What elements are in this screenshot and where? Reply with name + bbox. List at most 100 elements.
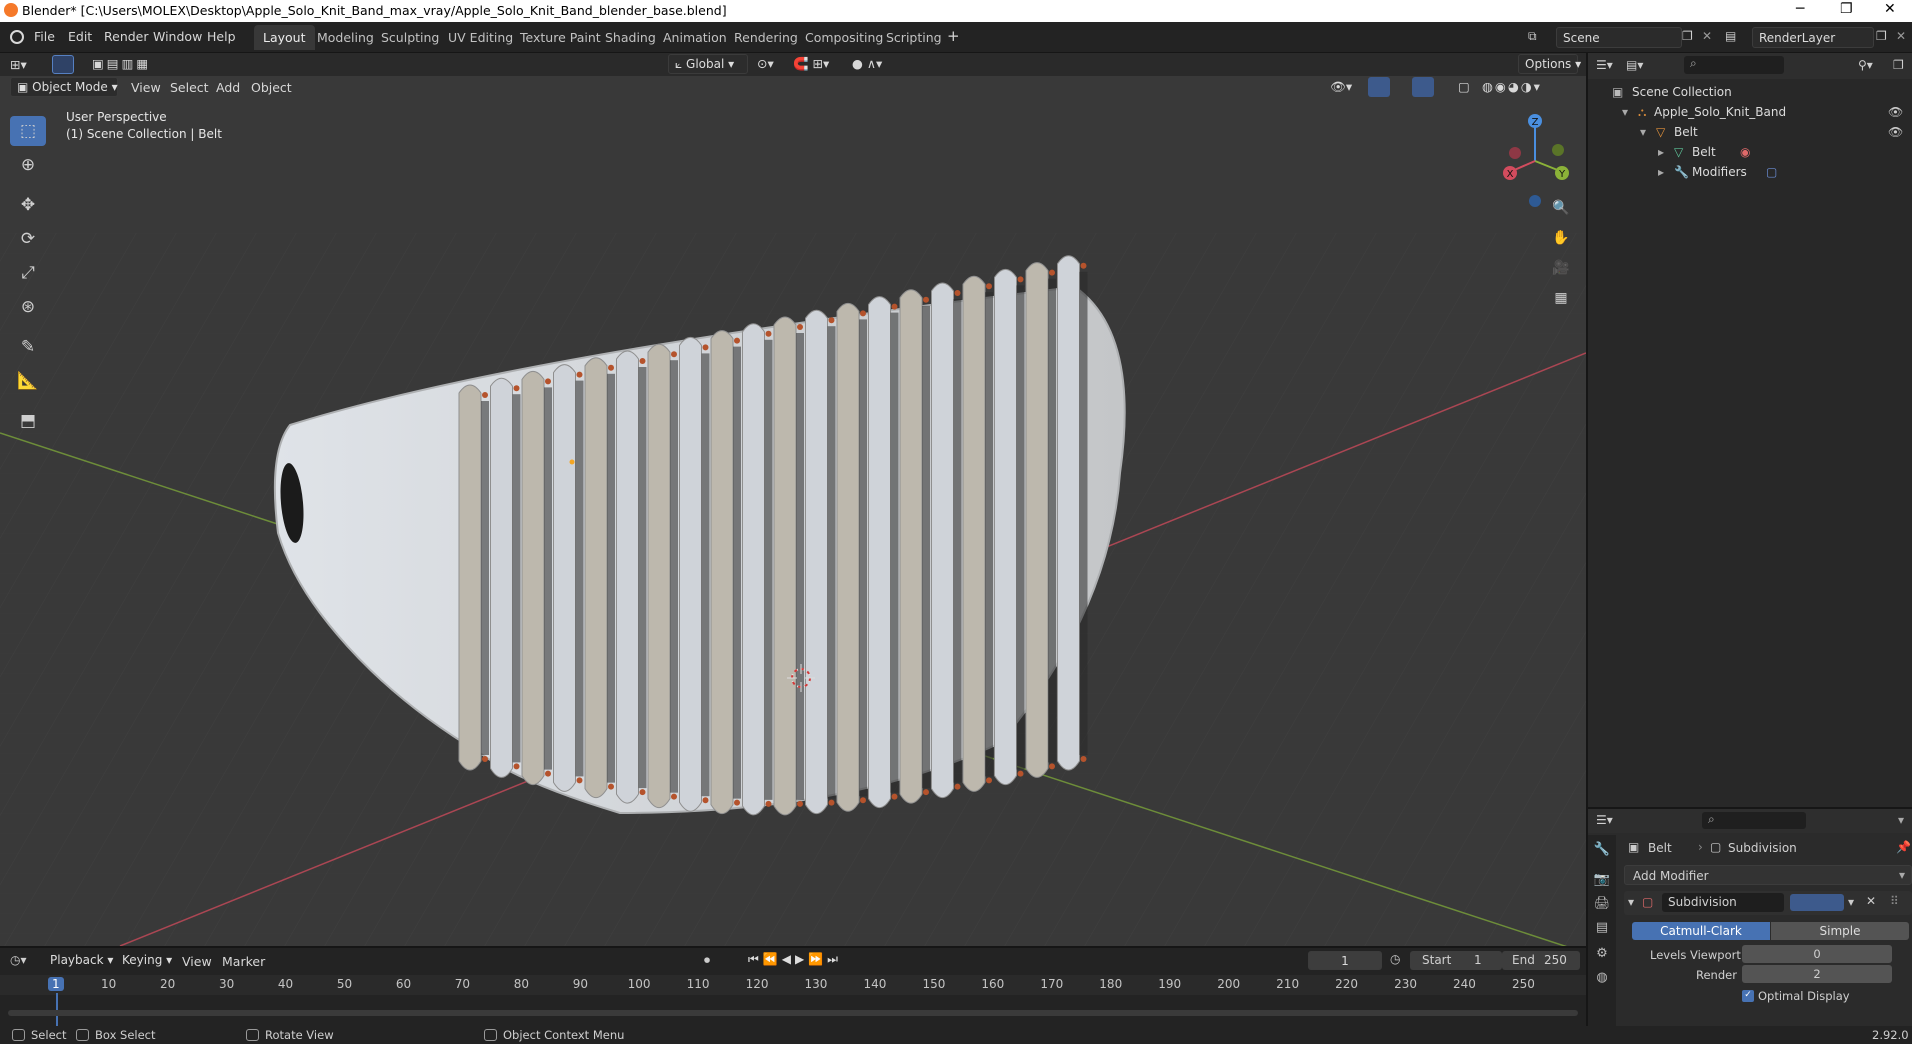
menu-select[interactable]: Select (170, 80, 209, 95)
visibility-eye-icon[interactable]: 👁 (1888, 105, 1903, 119)
pan-hand-icon[interactable]: ✋ (1548, 225, 1574, 251)
playback-menu[interactable]: Playback ▾ (44, 951, 119, 971)
expand-arrow-icon[interactable]: ▸ (1658, 165, 1664, 179)
catmull-clark-button[interactable]: Catmull-Clark (1632, 922, 1770, 940)
scale-tool-icon[interactable]: ⤢ (10, 258, 46, 288)
menu-add[interactable]: Add (216, 80, 240, 95)
editor-type-icon[interactable]: ⊞▾ (10, 57, 27, 72)
render-tab-icon[interactable]: 📷 (1592, 869, 1612, 889)
world-tab-icon[interactable]: ◍ (1592, 967, 1612, 987)
snap-icon[interactable]: 🧲 ⊞▾ (793, 56, 829, 72)
blender-menu-icon[interactable] (10, 30, 24, 44)
tree-row-collection[interactable]: ▾ ⛬ Apple_Solo_Knit_Band 👁 (1588, 102, 1912, 122)
start-frame-field[interactable]: Start 1 (1410, 951, 1502, 970)
close-button[interactable]: ✕ (1884, 1, 1896, 17)
measure-tool-icon[interactable]: 📐 (10, 366, 46, 396)
menu-edit[interactable]: Edit (68, 29, 92, 44)
camera-view-icon[interactable]: 🎥 (1548, 255, 1574, 281)
optimal-display-checkbox[interactable]: ✓ (1742, 990, 1754, 1002)
maximize-button[interactable]: ❐ (1840, 1, 1853, 17)
end-frame-field[interactable]: End 250 (1502, 951, 1580, 970)
modifier-visibility-toggles[interactable] (1790, 894, 1844, 911)
outliner-search-input[interactable]: ⌕ (1684, 56, 1784, 74)
scene-name-field[interactable]: Scene (1556, 27, 1682, 48)
move-tool-icon[interactable]: ✥ (10, 190, 46, 220)
tab-texture-paint[interactable]: Texture Paint (511, 25, 610, 50)
properties-options-icon[interactable]: ▾ (1898, 813, 1904, 827)
annotate-tool-icon[interactable]: ✎ (10, 332, 46, 362)
modifier-name-field[interactable]: Subdivision (1662, 893, 1784, 912)
collapse-arrow-icon[interactable]: ▾ (1628, 895, 1634, 909)
zoom-icon[interactable]: 🔍 (1548, 195, 1574, 221)
drag-handle-icon[interactable]: ⠿ (1890, 894, 1899, 908)
new-collection-icon[interactable]: ❐ (1893, 58, 1904, 72)
delete-scene-icon[interactable]: ✕ (1702, 29, 1712, 43)
new-scene-icon[interactable]: ❐ (1682, 29, 1693, 43)
tab-rendering[interactable]: Rendering (725, 25, 807, 50)
new-view-layer-icon[interactable]: ❐ (1876, 29, 1887, 43)
cursor-tool-icon[interactable]: ⊕ (10, 150, 46, 180)
tab-uv-editing[interactable]: UV Editing (439, 25, 522, 50)
expand-arrow-icon[interactable]: ▸ (1658, 145, 1664, 159)
tab-layout[interactable]: Layout (254, 25, 315, 50)
marker-menu[interactable]: Marker (222, 954, 265, 969)
preview-range-icon[interactable]: ◷ (1390, 952, 1400, 966)
remove-modifier-icon[interactable]: ✕ (1866, 894, 1876, 908)
delete-view-layer-icon[interactable]: ✕ (1896, 29, 1906, 43)
menu-render[interactable]: Render (104, 29, 149, 44)
transform-orientation-dropdown[interactable]: ⟀ Global ▾ (668, 54, 748, 74)
proportional-edit-icon[interactable]: ● ∧▾ (852, 56, 882, 71)
menu-view[interactable]: View (131, 80, 161, 95)
tree-row-scene-collection[interactable]: ▣ Scene Collection (1588, 82, 1912, 102)
3d-viewport[interactable]: ⊞▾ ▣▤▥▦ ⟀ Global ▾ ⊙▾ 🧲 ⊞▾ ● ∧▾ Options … (0, 53, 1586, 946)
xray-icon[interactable]: ▢ (1458, 79, 1470, 94)
transform-tool-icon[interactable]: ⊛ (10, 292, 46, 322)
record-icon[interactable]: ⏺ (704, 953, 710, 968)
tree-row-modifiers[interactable]: ▸ 🔧 Modifiers ▢ (1588, 162, 1912, 182)
render-layer-field[interactable]: RenderLayer (1752, 27, 1874, 48)
minimize-button[interactable]: ─ (1796, 1, 1804, 17)
select-tool-icon[interactable] (52, 55, 74, 74)
tab-animation[interactable]: Animation (654, 25, 736, 50)
display-mode-icon[interactable]: ▤▾ (1626, 58, 1643, 72)
timeline-editor-icon[interactable]: ◷▾ (10, 953, 27, 967)
tree-row-belt-mesh[interactable]: ▸ ▽ Belt ◉ (1588, 142, 1912, 162)
levels-viewport-field[interactable]: 0 (1742, 945, 1892, 963)
options-dropdown[interactable]: Options ▾ (1518, 54, 1581, 74)
subdivision-modifier-icon[interactable]: ▢ (1766, 165, 1777, 179)
menu-object[interactable]: Object (251, 80, 292, 95)
modifier-menu-icon[interactable]: ▾ (1848, 895, 1854, 909)
material-icon[interactable]: ◉ (1740, 145, 1750, 159)
rotate-tool-icon[interactable]: ⟳ (10, 224, 46, 254)
select-box-tool-icon[interactable]: ⬚ (10, 116, 46, 146)
visibility-eye-icon[interactable]: 👁 (1888, 125, 1903, 139)
add-workspace-button[interactable]: + (947, 27, 960, 45)
tree-row-belt-object[interactable]: ▾ ▽ Belt 👁 (1588, 122, 1912, 142)
keying-menu[interactable]: Keying ▾ (116, 951, 178, 971)
timeline-ruler[interactable]: 1 10 20 30 40 50 60 70 80 90 100 110 120 130 140 150 160… (0, 975, 1586, 1029)
output-tab-icon[interactable]: 🖨 (1592, 893, 1612, 913)
menu-help[interactable]: Help (207, 29, 236, 44)
render-levels-field[interactable]: 2 (1742, 965, 1892, 983)
pin-icon[interactable]: 📌 (1896, 840, 1911, 854)
scene-tab-icon[interactable]: ⚙ (1592, 943, 1612, 963)
outliner-editor-icon[interactable]: ☰▾ (1596, 58, 1613, 72)
ortho-grid-icon[interactable]: ▦ (1548, 285, 1574, 311)
selection-mode-icons[interactable]: ▣▤▥▦ (92, 56, 151, 71)
overlays-toggle-icon[interactable] (1412, 77, 1434, 97)
gizmo-toggle-icon[interactable] (1368, 77, 1390, 97)
visibility-icon[interactable]: 👁▾ (1330, 79, 1352, 95)
pivot-point-icon[interactable]: ⊙▾ (757, 56, 774, 71)
view-layer-tab-icon[interactable]: ▤ (1592, 917, 1612, 937)
tab-scripting[interactable]: Scripting (877, 25, 951, 50)
menu-window[interactable]: Window (153, 29, 202, 44)
shading-mode-icons[interactable]: ◍◉◕◑▾ (1482, 79, 1542, 94)
properties-editor-icon[interactable]: ☰▾ (1596, 813, 1613, 827)
timeline-scrollbar[interactable] (8, 1010, 1578, 1016)
tool-tab-icon[interactable]: 🔧 (1592, 839, 1612, 859)
add-modifier-dropdown[interactable]: Add Modifier ▾ (1624, 865, 1912, 885)
expand-arrow-icon[interactable]: ▾ (1640, 125, 1646, 139)
simple-button[interactable]: Simple (1771, 922, 1909, 940)
properties-search-input[interactable]: ⌕ (1702, 812, 1806, 829)
menu-file[interactable]: File (34, 29, 55, 44)
